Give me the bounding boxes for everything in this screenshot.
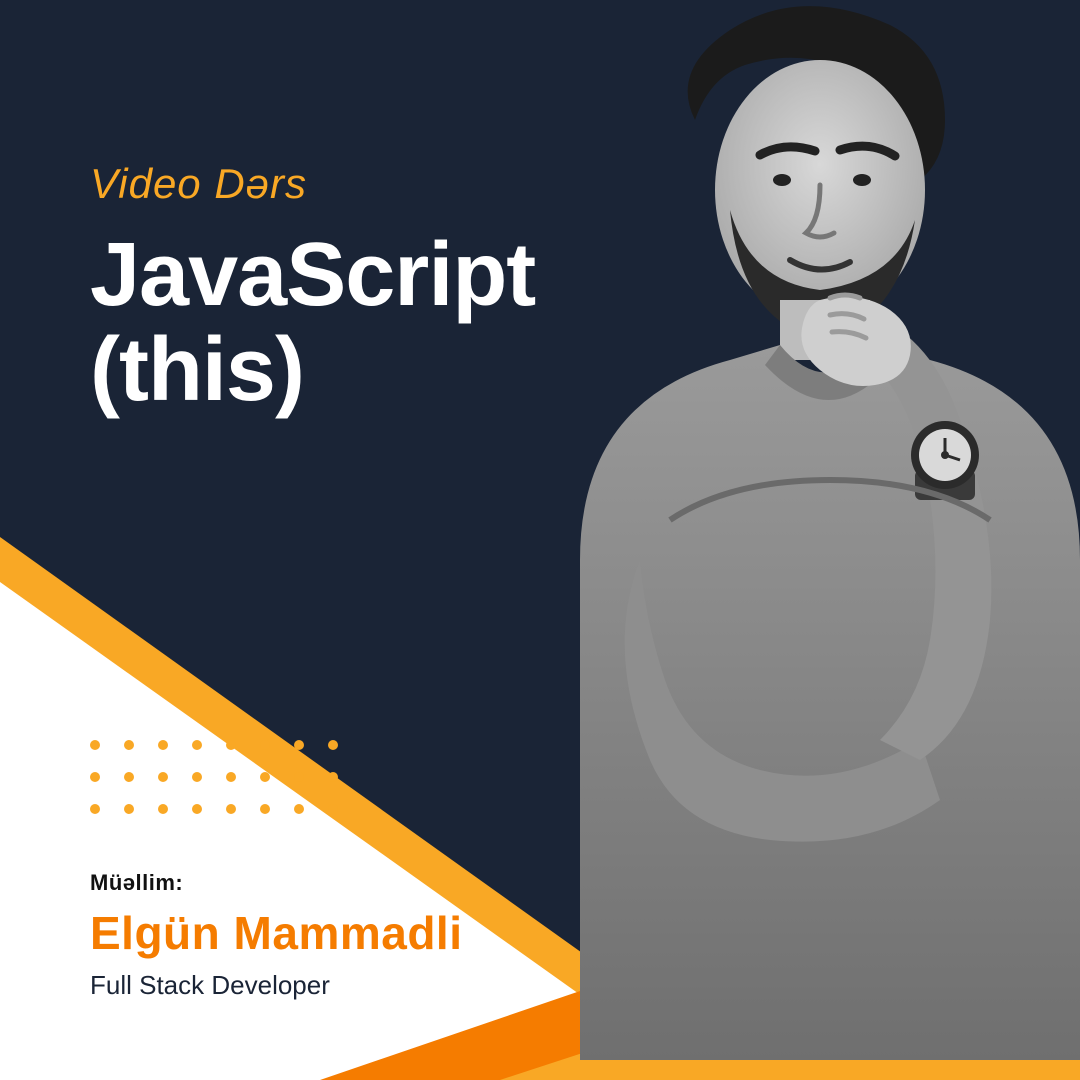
decorative-dots-grid (90, 740, 350, 836)
teacher-block: Müəllim: Elgün Mammadli Full Stack Devel… (90, 870, 462, 1001)
teacher-role: Full Stack Developer (90, 970, 462, 1001)
course-title: JavaScript (this) (90, 228, 535, 417)
teacher-name: Elgün Mammadli (90, 906, 462, 960)
course-subtitle: Video Dərs (90, 160, 535, 208)
promo-card: Video Dərs JavaScript (this) Müəllim: El… (0, 0, 1080, 1080)
course-title-line2: (this) (90, 320, 304, 420)
teacher-label: Müəllim: (90, 870, 462, 896)
course-title-line1: JavaScript (90, 225, 535, 325)
headline-block: Video Dərs JavaScript (this) (90, 160, 535, 417)
instructor-photo (520, 0, 1080, 1060)
